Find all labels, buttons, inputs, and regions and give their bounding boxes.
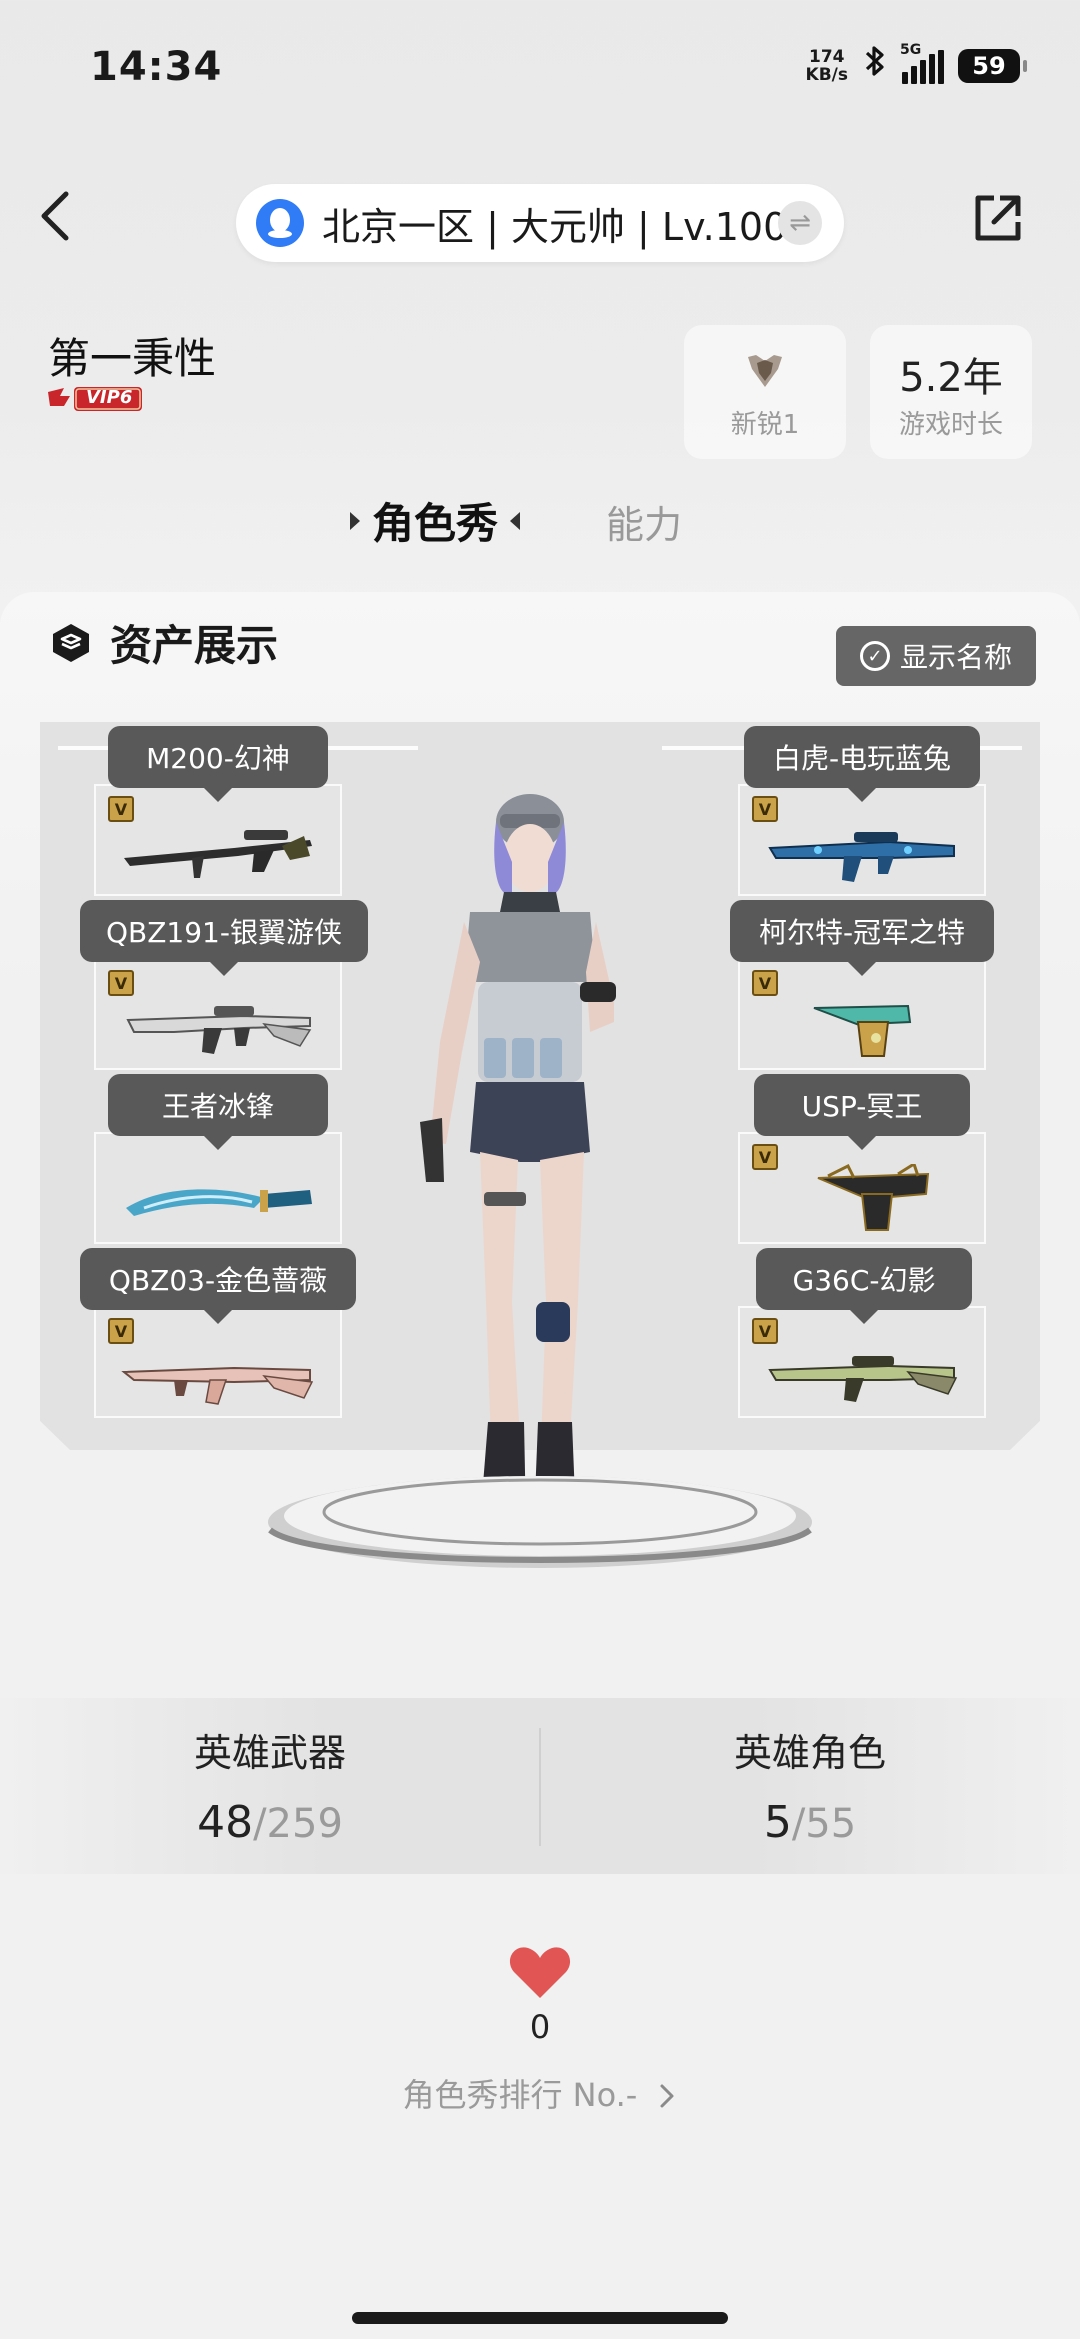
tab-ability[interactable]: 能力 — [606, 494, 682, 549]
qq-icon — [256, 199, 304, 247]
hero-weapons-owned: 48 — [197, 1797, 254, 1848]
sniper-rifle-icon — [124, 830, 312, 878]
triangle-left-icon — [510, 511, 521, 530]
status-icons: 174 KB/s 5G 59 — [805, 42, 1027, 87]
like-button[interactable] — [508, 1944, 572, 2000]
show-names-toggle[interactable]: ✓ 显示名称 — [836, 626, 1036, 686]
hero-weapons-total: /259 — [253, 1801, 343, 1847]
playtime-value: 5.2年 — [899, 355, 1003, 401]
back-button[interactable] — [36, 186, 76, 246]
assault-rifle-icon — [768, 1356, 958, 1402]
pedestal — [268, 1476, 812, 1568]
like-count: 0 — [529, 2008, 551, 2046]
hero-weapons-stat[interactable]: 英雄武器 48/259 — [0, 1722, 540, 1848]
weapon-name-label: M200-幻神 — [108, 726, 328, 802]
player-name: 第一秉性 — [48, 334, 217, 383]
share-icon — [975, 195, 1021, 241]
status-bar: 14:34 174 KB/s 5G 59 — [0, 0, 1080, 140]
rank-label: 新锐1 — [730, 410, 800, 440]
status-time: 14:34 — [90, 44, 223, 90]
weapon-name-label: 白虎-电玩蓝兔 — [744, 726, 980, 802]
chevron-left-icon — [41, 191, 69, 241]
assault-rifle-icon — [121, 1366, 314, 1405]
hero-roles-stat[interactable]: 英雄角色 5/55 — [540, 1722, 1080, 1848]
blade-icon — [126, 1189, 312, 1216]
weapon-name-label: QBZ191-银翼游侠 — [80, 900, 368, 976]
server-label: 北京一区 | 大元帅 | Lv.100 — [322, 204, 788, 249]
pistol-icon — [817, 1164, 930, 1231]
weapon-name-label: 王者冰锋 — [108, 1074, 328, 1150]
bluetooth-icon — [862, 44, 888, 87]
check-circle-icon: ✓ — [859, 641, 890, 671]
weapon-name-label: 柯尔特-冠军之特 — [730, 900, 994, 976]
tab-role-show[interactable]: 角色秀 — [350, 490, 521, 551]
home-indicator[interactable] — [352, 2312, 728, 2324]
signal-icon: 5G — [900, 42, 944, 84]
weapon-name-label: QBZ03-金色蔷薇 — [80, 1248, 356, 1324]
weapon-name-label: USP-冥王 — [754, 1074, 970, 1150]
server-selector[interactable]: 北京一区 | 大元帅 | Lv.100 ⇌ — [236, 184, 844, 262]
collection-stats: 英雄武器 48/259 英雄角色 5/55 — [0, 1698, 1080, 1874]
rank-card[interactable]: 新锐1 — [684, 325, 846, 459]
assets-header: 资产展示 — [50, 612, 278, 673]
playtime-card: 5.2年 游戏时长 — [870, 325, 1032, 459]
chevron-right-icon — [660, 2084, 674, 2108]
share-button[interactable] — [970, 190, 1026, 246]
tab-bar: 角色秀 能力 — [0, 490, 1080, 560]
cf-hex-icon — [53, 623, 89, 662]
assault-rifle-icon — [126, 1006, 312, 1054]
rank-shield-icon — [744, 351, 786, 391]
triangle-right-icon — [350, 511, 360, 530]
pistol-icon — [813, 1004, 912, 1057]
swap-icon[interactable]: ⇌ — [778, 201, 822, 245]
vip-badge: VIP6 — [46, 384, 144, 414]
hero-roles-total: /55 — [791, 1801, 857, 1847]
battery-icon: 59 — [958, 48, 1027, 83]
character-model[interactable] — [400, 782, 660, 1542]
assault-rifle-icon — [768, 832, 955, 882]
ranking-link[interactable]: 角色秀排行 No.- — [0, 2070, 1080, 2116]
playtime-label: 游戏时长 — [898, 410, 1003, 440]
heart-icon — [509, 1947, 571, 1998]
net-speed: 174 KB/s — [805, 46, 848, 85]
weapon-name-label: G36C-幻影 — [756, 1248, 972, 1324]
assets-title: 资产展示 — [110, 621, 279, 670]
hero-roles-owned: 5 — [763, 1797, 792, 1848]
